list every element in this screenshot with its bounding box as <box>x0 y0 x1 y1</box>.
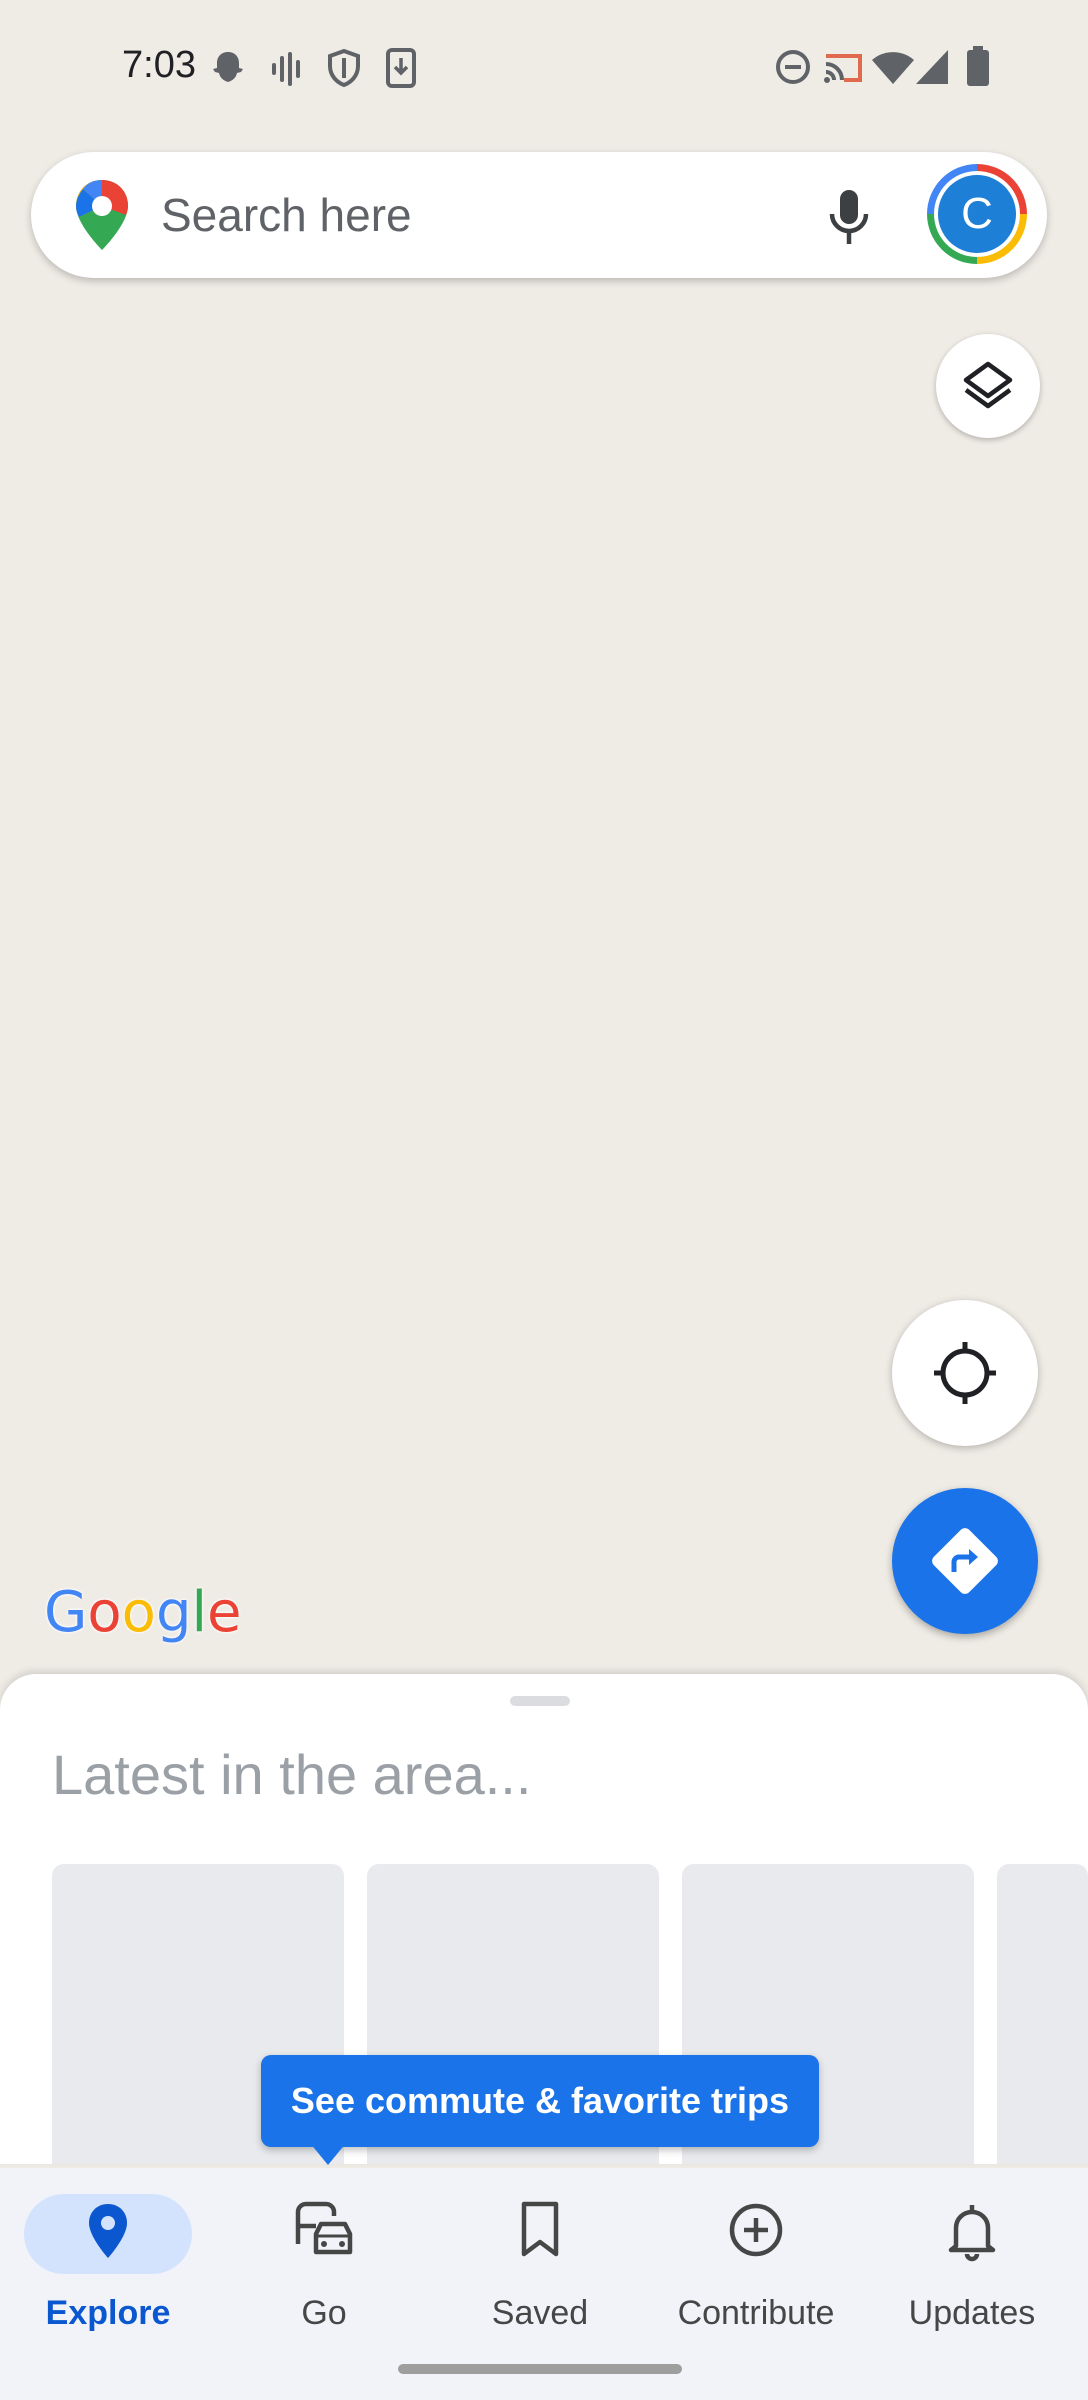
signal-icon <box>916 50 948 84</box>
status-bar: 7:03 <box>0 0 1088 130</box>
mic-icon[interactable] <box>827 188 871 246</box>
layers-icon <box>963 361 1013 409</box>
avatar-letter: C <box>938 175 1016 253</box>
tooltip-pointer <box>310 2143 346 2165</box>
dnd-icon <box>776 50 810 84</box>
download-icon <box>386 48 416 88</box>
bell-icon <box>948 2205 996 2262</box>
nav-label-updates: Updates <box>908 2294 1036 2332</box>
home-indicator[interactable] <box>398 2364 682 2374</box>
sheet-drag-handle[interactable] <box>510 1696 570 1706</box>
bookmark-icon <box>521 2201 559 2257</box>
search-bar[interactable]: Search here C <box>31 152 1047 278</box>
place-pin-icon <box>89 2204 127 2258</box>
cast-icon <box>824 54 862 83</box>
my-location-button[interactable] <box>892 1300 1038 1446</box>
status-time: 7:03 <box>122 44 196 86</box>
nav-item-explore[interactable]: Explore <box>24 2180 192 2340</box>
account-avatar[interactable]: C <box>927 164 1027 264</box>
google-maps-logo-icon <box>76 180 128 250</box>
battery-icon <box>967 46 989 86</box>
area-card-placeholder[interactable] <box>997 1864 1088 2164</box>
search-input[interactable]: Search here <box>161 188 412 242</box>
nav-item-go[interactable]: Go <box>224 2180 424 2340</box>
crosshair-icon <box>934 1342 996 1404</box>
layers-button[interactable] <box>936 334 1040 438</box>
google-logo: Google <box>44 1580 242 1645</box>
nav-label-contribute: Contribute <box>677 2294 835 2332</box>
shield-icon <box>328 48 360 88</box>
nav-label-explore: Explore <box>45 2294 171 2332</box>
nav-item-contribute[interactable]: Contribute <box>656 2180 856 2340</box>
add-circle-icon <box>729 2203 783 2257</box>
directions-icon <box>932 1528 998 1594</box>
wifi-icon <box>872 52 914 84</box>
commute-icon <box>295 2201 353 2255</box>
directions-button[interactable] <box>892 1488 1038 1634</box>
commute-tooltip[interactable]: See commute & favorite trips <box>261 2055 819 2147</box>
nav-label-saved: Saved <box>491 2294 589 2332</box>
sheet-title: Latest in the area... <box>52 1743 532 1806</box>
nav-label-go: Go <box>301 2294 347 2332</box>
snapchat-icon <box>213 52 243 82</box>
nav-item-updates[interactable]: Updates <box>872 2180 1072 2340</box>
voicemail-icon <box>272 52 300 86</box>
nav-item-saved[interactable]: Saved <box>440 2180 640 2340</box>
